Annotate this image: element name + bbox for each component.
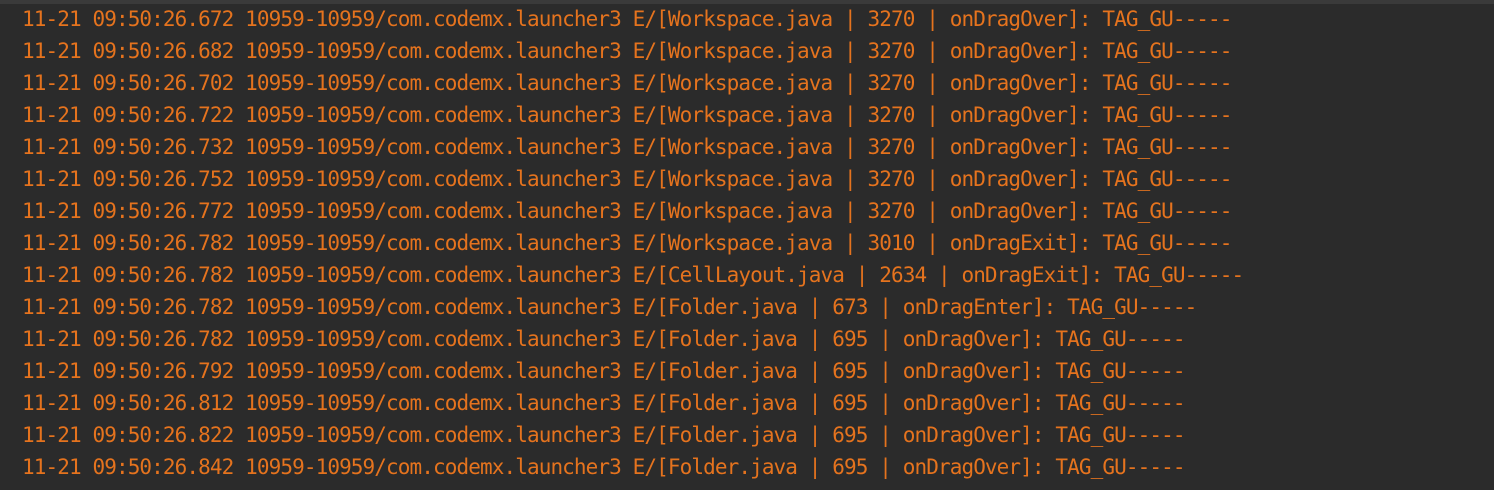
log-line[interactable]: 11-21 09:50:26.732 10959-10959/com.codem… (22, 131, 1243, 163)
log-line[interactable]: 11-21 09:50:26.722 10959-10959/com.codem… (22, 99, 1243, 131)
log-line[interactable]: 11-21 09:50:26.782 10959-10959/com.codem… (22, 291, 1243, 323)
logcat-console[interactable]: 11-21 09:50:26.672 10959-10959/com.codem… (0, 0, 1494, 490)
log-line[interactable]: 11-21 09:50:26.822 10959-10959/com.codem… (22, 419, 1243, 451)
log-line[interactable]: 11-21 09:50:26.752 10959-10959/com.codem… (22, 163, 1243, 195)
log-line[interactable]: 11-21 09:50:26.782 10959-10959/com.codem… (22, 227, 1243, 259)
log-lines: 11-21 09:50:26.672 10959-10959/com.codem… (22, 3, 1244, 483)
log-line[interactable]: 11-21 09:50:26.782 10959-10959/com.codem… (22, 323, 1243, 355)
log-line[interactable]: 11-21 09:50:26.782 10959-10959/com.codem… (22, 259, 1244, 291)
log-line[interactable]: 11-21 09:50:26.812 10959-10959/com.codem… (22, 387, 1243, 419)
log-line[interactable]: 11-21 09:50:26.672 10959-10959/com.codem… (22, 3, 1243, 35)
log-line[interactable]: 11-21 09:50:26.792 10959-10959/com.codem… (22, 355, 1243, 387)
log-line[interactable]: 11-21 09:50:26.682 10959-10959/com.codem… (22, 35, 1243, 67)
log-line[interactable]: 11-21 09:50:26.772 10959-10959/com.codem… (22, 195, 1243, 227)
log-line[interactable]: 11-21 09:50:26.702 10959-10959/com.codem… (22, 67, 1243, 99)
log-line[interactable]: 11-21 09:50:26.842 10959-10959/com.codem… (22, 451, 1243, 483)
